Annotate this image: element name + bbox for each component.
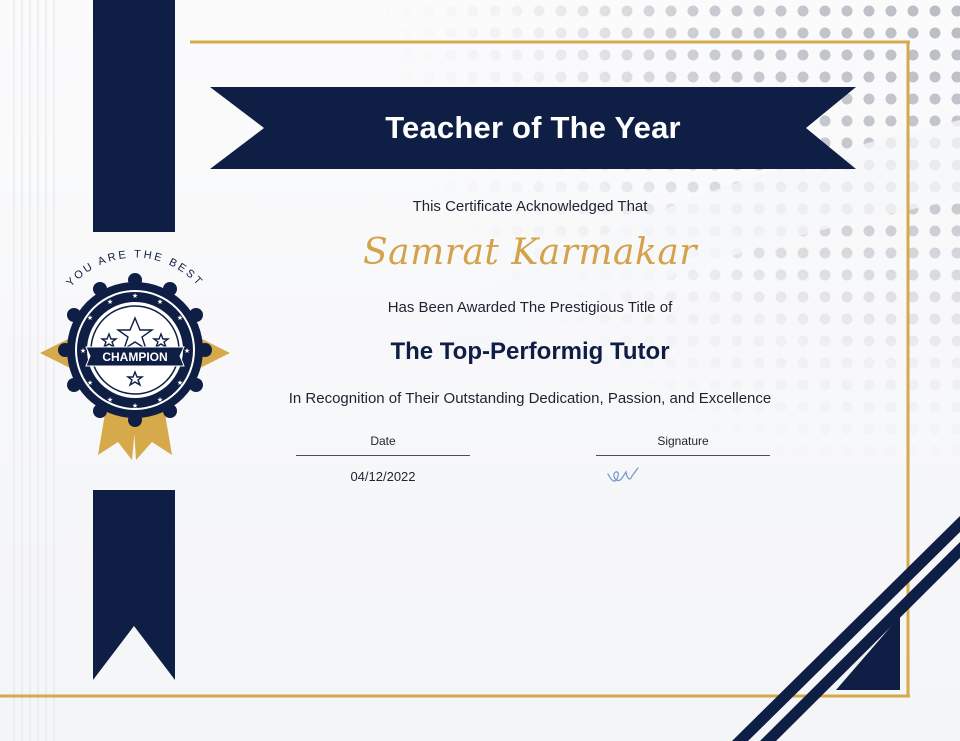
award-title: The Top-Performig Tutor <box>390 338 670 365</box>
signature-line <box>596 455 770 456</box>
date-line <box>296 455 470 456</box>
signature-scribble-icon <box>607 467 639 482</box>
date-label: Date <box>370 434 396 448</box>
recipient-name: Samrat Karmakar <box>363 232 697 273</box>
badge-label: CHAMPION <box>102 350 167 364</box>
acknowledgement-text: This Certificate Acknowledged That <box>412 198 648 215</box>
recognition-text: In Recognition of Their Outstanding Dedi… <box>288 390 772 407</box>
date-value: 04/12/2022 <box>350 469 416 484</box>
certificate-title: Teacher of The Year <box>385 110 681 145</box>
badge-arc-text: YOU ARE THE BEST <box>64 248 205 289</box>
signature-label: Signature <box>657 434 709 448</box>
certificate: ★ ★ ★ ★ ★ ★ ★ ★ ★ ★ ★ ★ YOU ARE THE BEST… <box>0 0 960 741</box>
awarded-text: Has Been Awarded The Prestigious Title o… <box>387 299 673 316</box>
